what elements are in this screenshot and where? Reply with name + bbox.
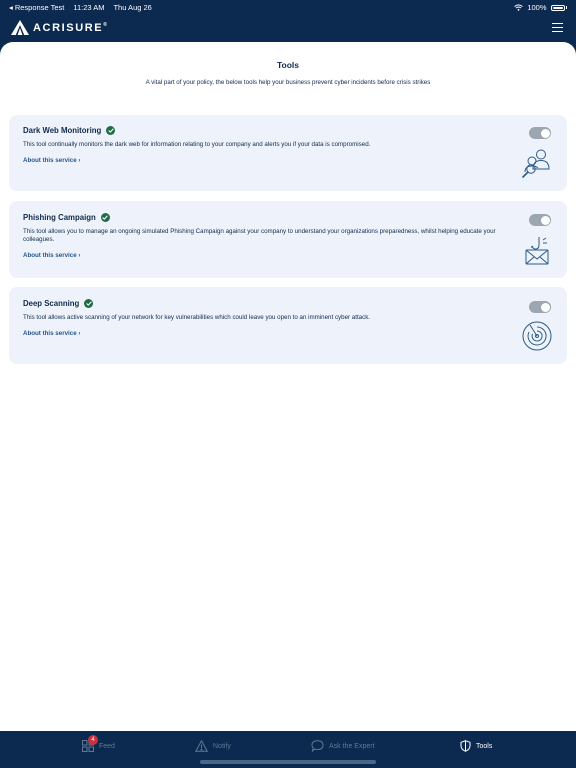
service-description: This tool continually monitors the dark …: [23, 141, 371, 148]
service-card-dark-web-monitoring: Dark Web Monitoring This tool continuall…: [9, 115, 567, 191]
notification-badge: 4: [88, 735, 98, 745]
status-right: 100%: [514, 3, 567, 12]
users-search-icon: [521, 149, 550, 179]
grid-icon: 4: [82, 735, 98, 752]
tab-ask-the-expert[interactable]: Ask the Expert: [311, 739, 375, 753]
chat-bubble-icon: [311, 740, 324, 752]
radar-scan-icon: [522, 321, 552, 351]
warning-icon: [195, 740, 208, 752]
tab-label: Ask the Expert: [329, 742, 375, 750]
shield-icon: [460, 740, 471, 752]
battery-tip: [565, 6, 567, 9]
wifi-icon: [514, 4, 524, 11]
service-card-deep-scanning: Deep Scanning This tool allows active sc…: [9, 287, 567, 364]
status-bar: ◂ Response Test 11:23 AM Thu Aug 26 100%: [0, 0, 576, 14]
about-service-link[interactable]: About this service ›: [23, 330, 80, 337]
check-circle-icon: [84, 299, 94, 308]
service-title: Phishing Campaign: [23, 213, 96, 222]
tab-label: Notify: [213, 742, 231, 750]
menu-icon[interactable]: [552, 23, 563, 32]
toggle-knob: [540, 215, 550, 225]
app-header: ACRISURE®: [0, 14, 576, 42]
service-card-phishing-campaign: Phishing Campaign This tool allows you t…: [9, 201, 567, 278]
card-title-row: Deep Scanning: [23, 299, 94, 308]
service-toggle[interactable]: [529, 127, 551, 139]
service-title: Deep Scanning: [23, 299, 80, 308]
status-date: Thu Aug 26: [113, 3, 152, 12]
toggle-knob: [540, 128, 550, 138]
about-service-link[interactable]: About this service ›: [23, 157, 80, 164]
card-title-row: Dark Web Monitoring: [23, 126, 116, 135]
phishing-envelope-icon: [525, 237, 549, 265]
acrisure-logo-icon: [11, 20, 29, 35]
card-title-row: Phishing Campaign: [23, 213, 110, 222]
status-time: 11:23 AM: [73, 3, 105, 12]
tab-label: Feed: [99, 742, 115, 750]
back-to-app-link[interactable]: ◂ Response Test: [9, 3, 64, 12]
home-indicator[interactable]: [200, 760, 376, 764]
service-title: Dark Web Monitoring: [23, 126, 102, 135]
service-toggle[interactable]: [529, 214, 551, 226]
battery-percent: 100%: [527, 3, 547, 12]
tab-label: Tools: [476, 742, 493, 750]
status-left: ◂ Response Test 11:23 AM Thu Aug 26: [9, 3, 152, 12]
tab-notify[interactable]: Notify: [195, 739, 231, 753]
page-title: Tools: [276, 60, 300, 70]
check-circle-icon: [106, 126, 116, 135]
acrisure-logo: ACRISURE®: [11, 20, 107, 35]
service-description: This tool allows you to manage an ongoin…: [23, 228, 496, 244]
page-subtitle: A vital part of your policy, the below t…: [145, 79, 431, 86]
main-content: Tools A vital part of your policy, the b…: [0, 42, 576, 731]
tab-feed[interactable]: 4 Feed: [82, 735, 115, 753]
check-circle-icon: [100, 213, 110, 222]
service-toggle[interactable]: [529, 301, 551, 313]
service-description: This tool allows active scanning of your…: [23, 314, 371, 321]
logo-text: ACRISURE®: [33, 21, 107, 34]
toggle-knob: [540, 302, 550, 312]
about-service-link[interactable]: About this service ›: [23, 252, 80, 259]
battery-icon: [550, 4, 565, 11]
tab-tools[interactable]: Tools: [460, 739, 492, 753]
